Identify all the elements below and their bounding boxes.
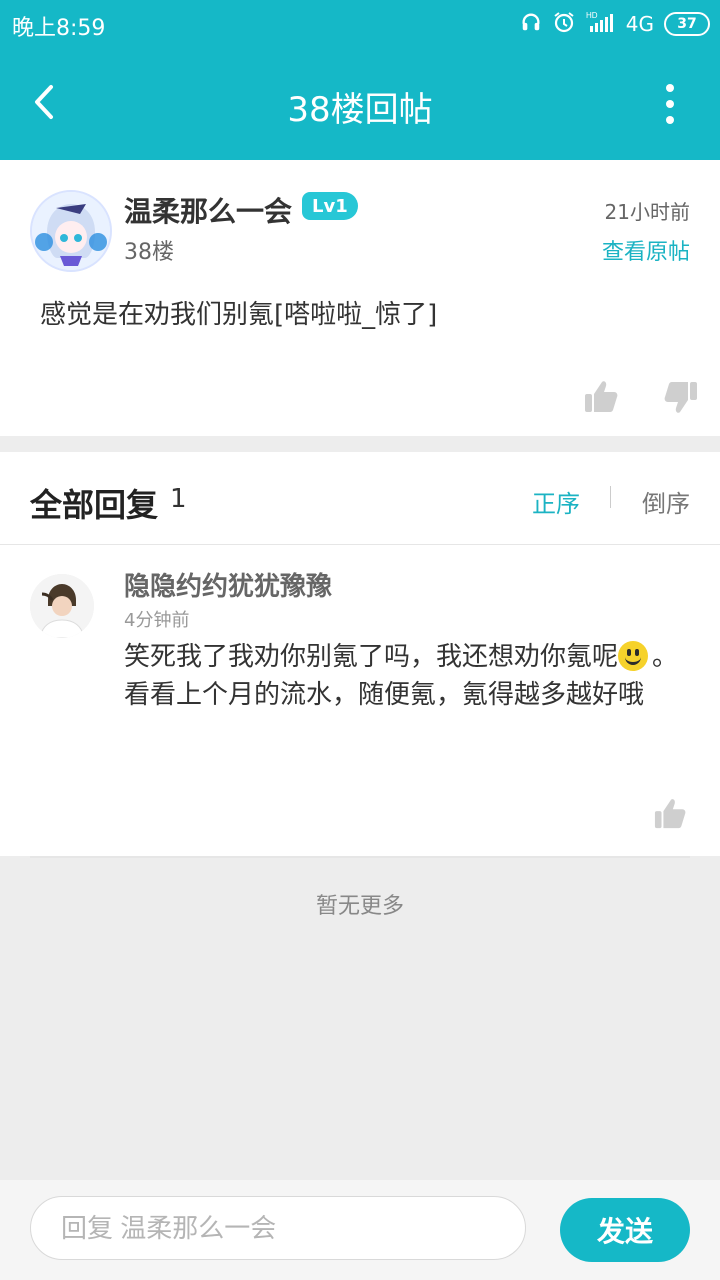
anime-avatar-icon <box>32 192 110 270</box>
thumbs-up-icon <box>654 799 686 829</box>
reply-bar: 发送 <box>0 1180 720 1280</box>
hd-signal-icon: HD <box>586 10 616 39</box>
network-type: 4G <box>625 12 654 36</box>
more-dot <box>666 116 674 124</box>
reply-username[interactable]: 隐隐约约犹犹豫豫 <box>124 566 332 603</box>
replies-title: 全部回复 <box>30 486 159 524</box>
send-button[interactable]: 发送 <box>560 1198 690 1262</box>
headphones-icon <box>520 11 542 38</box>
reply-avatar[interactable] <box>30 574 94 638</box>
level-badge: Lv1 <box>302 192 358 220</box>
battery-level: 37 <box>677 16 697 32</box>
smile-emoji-icon <box>618 641 649 671</box>
replies-header: 全部回复 1 正序 倒序 <box>0 452 720 545</box>
post-time: 21小时前 <box>604 200 690 224</box>
status-bar: 晚上8:59 HD 4G 37 <box>0 0 720 48</box>
more-dot <box>666 84 674 92</box>
more-button[interactable] <box>660 84 680 124</box>
reply-input[interactable] <box>30 1196 526 1260</box>
sort-descending-button[interactable]: 倒序 <box>642 484 690 519</box>
status-icons: HD 4G 37 <box>520 10 710 38</box>
sort-divider <box>610 486 611 508</box>
reply-text-part: 笑死我了我劝你别氪了吗，我还想劝你氪呢 <box>124 642 619 672</box>
reply-time: 4分钟前 <box>124 610 190 631</box>
battery-icon: 37 <box>664 12 710 36</box>
post-avatar[interactable] <box>30 190 112 272</box>
reply-like-button[interactable] <box>654 798 686 830</box>
post-floor: 38楼 <box>124 240 174 265</box>
sort-ascending-button[interactable]: 正序 <box>532 484 580 519</box>
status-time: 晚上8:59 <box>12 16 106 41</box>
thumbs-up-icon <box>585 381 618 412</box>
no-more-text: 暂无更多 <box>315 894 404 919</box>
page-title: 38楼回帖 <box>287 90 433 130</box>
reply-item: 隐隐约约犹犹豫豫 4分钟前 笑死我了我劝你别氪了吗，我还想劝你氪呢 。看看上个月的… <box>0 544 720 856</box>
dislike-button[interactable] <box>664 380 698 414</box>
top-bar: 晚上8:59 HD 4G 37 38楼回帖 <box>0 0 720 160</box>
svg-text:HD: HD <box>586 11 598 20</box>
post-username[interactable]: 温柔那么一会 <box>124 190 292 230</box>
replies-count: 1 <box>170 484 187 514</box>
divider <box>30 856 690 858</box>
like-button[interactable] <box>584 380 618 414</box>
post-content: 感觉是在劝我们别氪[嗒啦啦_惊了] <box>40 300 438 330</box>
nav-bar: 38楼回帖 <box>0 48 720 160</box>
reply-text: 笑死我了我劝你别氪了吗，我还想劝你氪呢 。看看上个月的流水，随便氪，氪得越多越好哦 <box>124 638 684 714</box>
alarm-icon <box>552 10 576 39</box>
thumbs-down-icon <box>664 382 697 413</box>
post-card: 温柔那么一会 Lv1 38楼 21小时前 查看原帖 感觉是在劝我们别氪[嗒啦啦_… <box>0 160 720 436</box>
replies-section: 全部回复 1 正序 倒序 隐隐约约犹犹豫豫 4分钟前 笑死我了我劝你别氪了吗，我… <box>0 452 720 856</box>
person-avatar-icon <box>30 574 94 638</box>
view-original-link[interactable]: 查看原帖 <box>602 234 690 266</box>
more-dot <box>666 100 674 108</box>
